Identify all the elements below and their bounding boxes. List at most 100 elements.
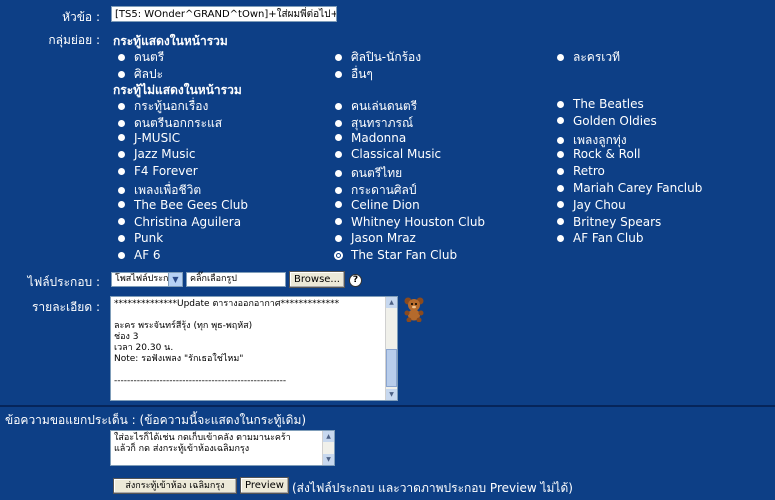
file-path-input[interactable]: คลิ๊กเลือกรูป <box>186 272 286 287</box>
split-message-label: ข้อความขอแยกประเด็น : (ข้อความนี้จะแสดงใ… <box>5 413 307 427</box>
split-scrollbar[interactable]: ▲ ▼ <box>322 431 334 465</box>
radio-icon[interactable] <box>118 150 125 158</box>
radio-icon[interactable] <box>118 187 125 194</box>
radio-option[interactable]: Jazz Music <box>118 147 195 161</box>
radio-icon[interactable] <box>335 234 342 242</box>
scroll-up-icon[interactable]: ▲ <box>323 431 334 442</box>
radio-icon[interactable] <box>335 103 342 110</box>
split-message-text: ใส่อะไรก็ได้เช่น กดเก็บเข้าคลัง ตามมานะค… <box>111 431 334 455</box>
preview-note: (ส่งไฟล์ประกอบ และวาดภาพประกอบ Preview ไ… <box>292 481 573 495</box>
attachment-label: ไฟล์ประกอบ : <box>27 275 100 289</box>
scroll-down-icon[interactable]: ▼ <box>323 454 334 465</box>
detail-text: **************Update ตารางออกอากาศ******… <box>111 297 397 387</box>
teddy-bear-icon[interactable] <box>402 296 426 322</box>
radio-label: AF 6 <box>134 248 161 263</box>
radio-option[interactable]: Britney Spears <box>557 215 661 229</box>
radio-icon[interactable] <box>335 54 342 61</box>
radio-option[interactable]: Rock & Roll <box>557 147 640 161</box>
scroll-thumb[interactable] <box>386 349 397 387</box>
radio-icon[interactable] <box>335 218 342 226</box>
browse-button[interactable]: Browse... <box>289 271 345 288</box>
radio-label: Christina Aguilera <box>134 214 242 229</box>
text-line: ช่อง 3 <box>114 332 139 342</box>
radio-icon[interactable] <box>335 134 342 142</box>
radio-option[interactable]: อื่นๆ <box>335 65 373 84</box>
attachment-type-select[interactable]: โพสไฟล์ประกอบ ▼ <box>111 272 183 287</box>
radio-option[interactable]: Madonna <box>335 131 406 145</box>
radio-icon[interactable] <box>335 119 342 127</box>
radio-icon[interactable] <box>557 150 564 158</box>
topic-input[interactable]: [TS5: WOnder^GRAND^tOwn]+ใส่ผมพี่ต่อไป+.… <box>111 6 337 22</box>
radio-label: F4 Forever <box>134 164 198 179</box>
radio-icon[interactable] <box>557 54 564 61</box>
help-icon[interactable]: ? <box>349 274 362 287</box>
radio-icon[interactable] <box>118 54 125 61</box>
scroll-up-icon[interactable]: ▲ <box>386 297 397 308</box>
text-line: เวลา 20.30 น. <box>114 343 174 353</box>
radio-label: AF Fan Club <box>573 231 644 246</box>
radio-icon[interactable] <box>335 201 342 209</box>
radio-option[interactable]: Retro <box>557 164 605 178</box>
radio-option[interactable]: The Bee Gees Club <box>118 198 248 212</box>
detail-label: รายละเอียด : <box>31 300 100 314</box>
radio-option[interactable]: Whitney Houston Club <box>335 215 485 229</box>
radio-label: The Star Fan Club <box>351 248 458 263</box>
radio-icon[interactable] <box>335 71 342 78</box>
radio-label: Mariah Carey Fanclub <box>573 181 703 195</box>
radio-option[interactable]: The Star Fan Club <box>334 248 458 263</box>
radio-icon[interactable] <box>557 167 564 175</box>
radio-option[interactable]: Celine Dion <box>335 198 420 212</box>
radio-icon[interactable] <box>335 170 342 178</box>
radio-option[interactable]: ละครเวที <box>557 48 620 67</box>
radio-icon[interactable] <box>335 150 342 158</box>
radio-option[interactable]: Mariah Carey Fanclub <box>557 181 702 195</box>
radio-icon[interactable] <box>118 167 125 175</box>
radio-icon[interactable] <box>557 100 564 108</box>
radio-selected-icon[interactable] <box>334 250 343 260</box>
radio-icon[interactable] <box>118 251 125 259</box>
radio-icon[interactable] <box>557 234 564 242</box>
radio-icon[interactable] <box>557 201 564 209</box>
radio-label: Jason Mraz <box>351 231 416 246</box>
radio-label: Celine Dion <box>351 197 420 212</box>
radio-icon[interactable] <box>335 187 342 194</box>
radio-option[interactable]: Punk <box>118 231 163 245</box>
radio-icon[interactable] <box>557 184 564 192</box>
preview-button[interactable]: Preview <box>240 477 289 494</box>
radio-option[interactable]: Jay Chou <box>557 198 626 212</box>
text-line: ใส่อะไรก็ได้เช่น กดเก็บเข้าคลัง ตามมานะค… <box>114 433 291 443</box>
radio-icon[interactable] <box>557 218 564 226</box>
submit-button[interactable]: ส่งกระทู้เข้าห้อง เฉลิมกรุง <box>113 478 237 494</box>
radio-option[interactable]: F4 Forever <box>118 164 198 178</box>
radio-option[interactable]: Jason Mraz <box>335 231 416 245</box>
radio-icon[interactable] <box>118 201 125 209</box>
radio-icon[interactable] <box>118 103 125 110</box>
radio-option[interactable]: Classical Music <box>335 147 441 161</box>
chevron-down-icon[interactable]: ▼ <box>168 273 182 286</box>
radio-icon[interactable] <box>118 134 125 142</box>
split-message-textarea[interactable]: ใส่อะไรก็ได้เช่น กดเก็บเข้าคลัง ตามมานะค… <box>110 430 335 466</box>
radio-label: Classical Music <box>351 147 442 162</box>
radio-label: Golden Oldies <box>573 113 657 128</box>
radio-label: Retro <box>573 164 605 179</box>
detail-scrollbar[interactable]: ▲ ▼ <box>385 297 397 400</box>
radio-icon[interactable] <box>118 218 125 226</box>
radio-icon[interactable] <box>557 136 564 144</box>
section-divider <box>0 405 775 407</box>
radio-option[interactable]: Christina Aguilera <box>118 215 241 229</box>
radio-icon[interactable] <box>557 117 564 125</box>
text-line: แล้วก็ กด ส่งกระทู้เข้าห้องเฉลิมกรุง <box>114 444 250 454</box>
scroll-down-icon[interactable]: ▼ <box>386 389 397 400</box>
radio-option[interactable]: AF 6 <box>118 248 161 262</box>
radio-icon[interactable] <box>118 71 125 78</box>
radio-label: อื่นๆ <box>351 67 373 81</box>
radio-option[interactable]: AF Fan Club <box>557 231 643 245</box>
radio-icon[interactable] <box>118 119 125 127</box>
radio-icon[interactable] <box>118 234 125 242</box>
radio-option[interactable]: Golden Oldies <box>557 114 657 128</box>
detail-textarea[interactable]: **************Update ตารางออกอากาศ******… <box>110 296 398 401</box>
radio-label: Jay Chou <box>573 197 626 212</box>
radio-option[interactable]: J-MUSIC <box>118 131 180 145</box>
radio-option[interactable]: The Beatles <box>557 97 644 111</box>
topic-label: หัวข้อ : <box>62 10 100 24</box>
